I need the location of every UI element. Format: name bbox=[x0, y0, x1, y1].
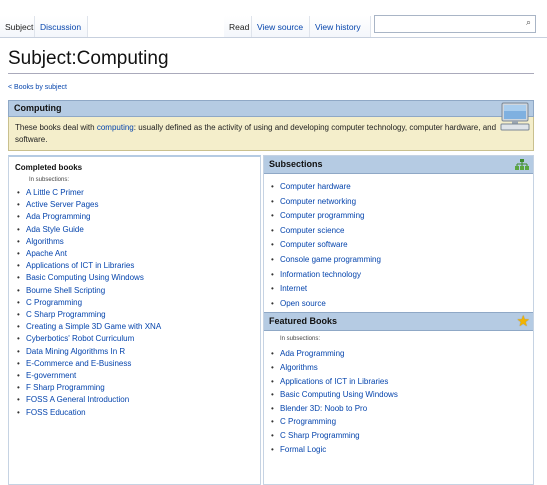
featured-books-header: Featured Books ★ bbox=[264, 312, 533, 332]
banner-title: Computing bbox=[14, 103, 62, 113]
completed-books-heading: Completed books bbox=[15, 163, 83, 172]
completed-book-item[interactable]: Ada Programming bbox=[17, 211, 260, 223]
hierarchy-icon bbox=[515, 159, 529, 170]
completed-book-item[interactable]: Bourne Shell Scripting bbox=[17, 285, 260, 297]
completed-book-item[interactable]: Basic Computing Using Windows bbox=[17, 272, 260, 284]
completed-book-item[interactable]: A Little C Primer bbox=[17, 187, 260, 199]
subsection-item[interactable]: Console game programming bbox=[271, 253, 533, 268]
completed-book-item[interactable]: F Sharp Programming bbox=[17, 382, 260, 394]
tab-bar: Subject Discussion Read View source View… bbox=[0, 0, 547, 38]
computing-link[interactable]: computing bbox=[97, 123, 134, 132]
completed-books-list: A Little C Primer Active Server Pages Ad… bbox=[9, 187, 260, 419]
completed-book-item[interactable]: Creating a Simple 3D Game with XNA bbox=[17, 321, 260, 333]
subsections-heading: Subsections bbox=[269, 159, 323, 169]
completed-book-item[interactable]: FOSS A General Introduction bbox=[17, 394, 260, 406]
tab-discussion[interactable]: Discussion bbox=[37, 16, 84, 38]
featured-book-item[interactable]: Algorithms bbox=[271, 361, 533, 375]
completed-book-item[interactable]: Data Mining Algorithms In R bbox=[17, 346, 260, 358]
tab-view-history[interactable]: View history bbox=[312, 16, 364, 38]
featured-book-item[interactable]: Formal Logic bbox=[271, 443, 533, 457]
completed-in-subsections-label: In subsections: bbox=[29, 177, 70, 183]
completed-book-item[interactable]: Algorithms bbox=[17, 236, 260, 248]
completed-books-panel: Completed books In subsections: A Little… bbox=[8, 155, 261, 485]
completed-book-item[interactable]: C Sharp Programming bbox=[17, 309, 260, 321]
banner-text-before: These books deal with bbox=[15, 123, 97, 132]
subsection-item[interactable]: Open source bbox=[271, 297, 533, 312]
completed-book-item[interactable]: Active Server Pages bbox=[17, 199, 260, 211]
star-icon: ★ bbox=[516, 313, 530, 331]
title-divider bbox=[8, 73, 534, 74]
right-panel: Subsections Computer hardware Computer n… bbox=[263, 155, 534, 485]
search-input[interactable]: ⌕ bbox=[374, 15, 536, 33]
books-by-subject-link[interactable]: < Books by subject bbox=[8, 84, 67, 91]
subsections-header: Subsections bbox=[264, 156, 533, 174]
featured-book-item[interactable]: Blender 3D: Noob to Pro bbox=[271, 402, 533, 416]
subsection-item[interactable]: Computer science bbox=[271, 224, 533, 239]
featured-book-item[interactable]: Applications of ICT in Libraries bbox=[271, 375, 533, 389]
completed-book-item[interactable]: Apache Ant bbox=[17, 248, 260, 260]
tab-divider bbox=[0, 37, 547, 38]
completed-book-item[interactable]: Applications of ICT in Libraries bbox=[17, 260, 260, 272]
featured-in-subsections-label: In subsections: bbox=[280, 336, 321, 343]
completed-book-item[interactable]: E-government bbox=[17, 370, 260, 382]
completed-book-item[interactable]: FOSS Education bbox=[17, 407, 260, 419]
subsection-item[interactable]: Information technology bbox=[271, 268, 533, 283]
subsection-item[interactable]: Computer networking bbox=[271, 195, 533, 210]
completed-book-item[interactable]: Ada Style Guide bbox=[17, 224, 260, 236]
subsections-list: Computer hardware Computer networking Co… bbox=[264, 180, 533, 311]
completed-book-item[interactable]: E-Commerce and E-Business bbox=[17, 358, 260, 370]
tab-view-source[interactable]: View source bbox=[254, 16, 306, 38]
subsection-item[interactable]: Computer software bbox=[271, 238, 533, 253]
search-icon[interactable]: ⌕ bbox=[526, 17, 531, 28]
completed-book-item[interactable]: Cyberbotics' Robot Curriculum bbox=[17, 333, 260, 345]
computing-banner-header: Computing bbox=[8, 100, 534, 117]
subsection-item[interactable]: Computer hardware bbox=[271, 180, 533, 195]
featured-book-item[interactable]: C Programming bbox=[271, 415, 533, 429]
subsection-item[interactable]: Internet bbox=[271, 282, 533, 297]
featured-book-item[interactable]: C Sharp Programming bbox=[271, 429, 533, 443]
computer-icon bbox=[500, 102, 530, 131]
featured-book-item[interactable]: Basic Computing Using Windows bbox=[271, 388, 533, 402]
page-title: Subject:Computing bbox=[8, 48, 169, 69]
tab-subject[interactable]: Subject bbox=[2, 16, 36, 38]
completed-book-item[interactable]: C Programming bbox=[17, 297, 260, 309]
featured-book-item[interactable]: Ada Programming bbox=[271, 347, 533, 361]
featured-books-heading: Featured Books bbox=[269, 316, 338, 327]
subsection-item[interactable]: Computer programming bbox=[271, 209, 533, 224]
featured-books-list: Ada Programming Algorithms Applications … bbox=[264, 347, 533, 456]
computing-banner-body: These books deal with computing: usually… bbox=[8, 117, 534, 151]
tab-read[interactable]: Read bbox=[226, 16, 252, 38]
